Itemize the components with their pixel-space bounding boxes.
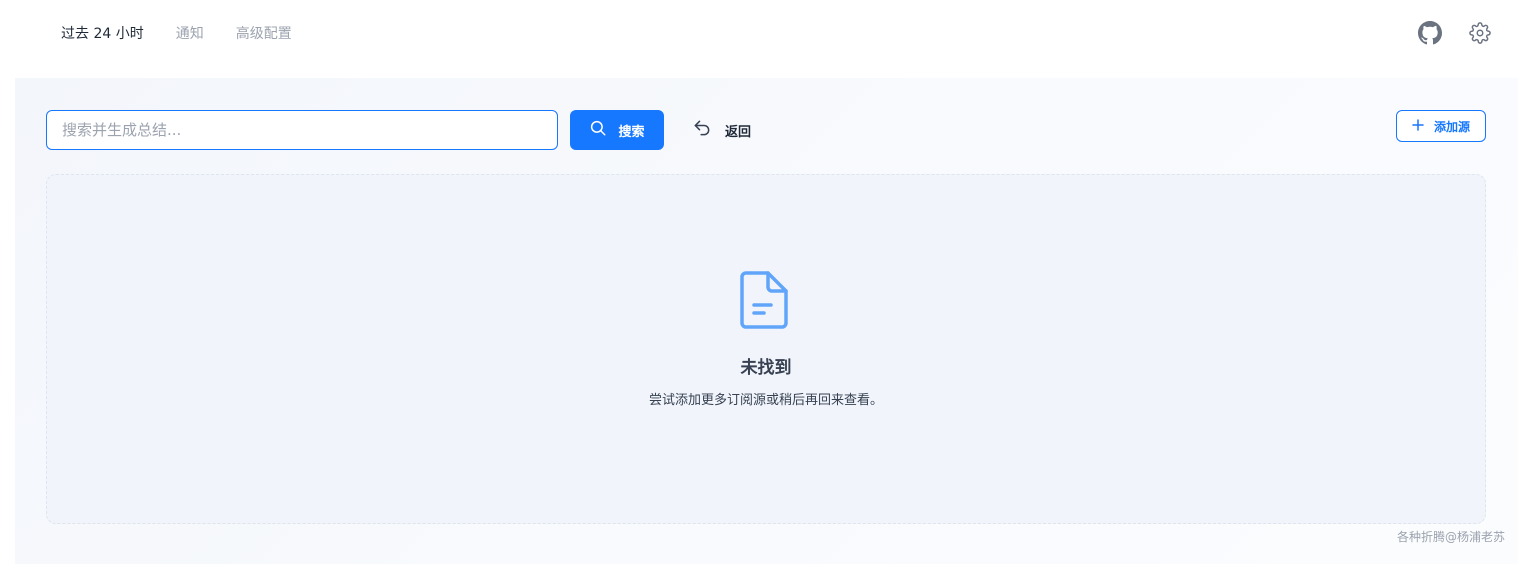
github-icon[interactable] bbox=[1417, 20, 1443, 46]
back-button[interactable]: 返回 bbox=[692, 116, 751, 144]
footer-credit: 各种折腾@杨浦老苏 bbox=[1396, 530, 1505, 544]
empty-state-title: 未找到 bbox=[740, 358, 792, 378]
nav-item-advanced-settings[interactable]: 高级配置 bbox=[236, 24, 292, 44]
back-button-label: 返回 bbox=[725, 124, 752, 140]
search-button[interactable]: 搜索 bbox=[570, 110, 664, 150]
document-icon bbox=[740, 269, 792, 331]
header-actions bbox=[1417, 20, 1493, 46]
gear-icon[interactable] bbox=[1467, 20, 1493, 46]
top-navigation-bar: 过去 24 小时 通知 高级配置 bbox=[0, 0, 1527, 70]
search-input[interactable] bbox=[46, 110, 558, 150]
nav-item-notifications[interactable]: 通知 bbox=[176, 24, 204, 44]
empty-state-panel: 未找到 尝试添加更多订阅源或稍后再回来查看。 bbox=[46, 174, 1486, 524]
undo-arrow-icon bbox=[692, 118, 712, 142]
search-icon bbox=[589, 119, 607, 141]
empty-state-description: 尝试添加更多订阅源或稍后再回来查看。 bbox=[648, 393, 883, 408]
nav-item-past-24-hours[interactable]: 过去 24 小时 bbox=[61, 24, 144, 44]
plus-icon bbox=[1412, 118, 1424, 134]
search-button-label: 搜索 bbox=[618, 124, 645, 140]
main-nav: 过去 24 小时 通知 高级配置 bbox=[61, 24, 324, 44]
add-source-label: 添加源 bbox=[1433, 119, 1470, 134]
add-source-button[interactable]: 添加源 bbox=[1396, 110, 1486, 142]
